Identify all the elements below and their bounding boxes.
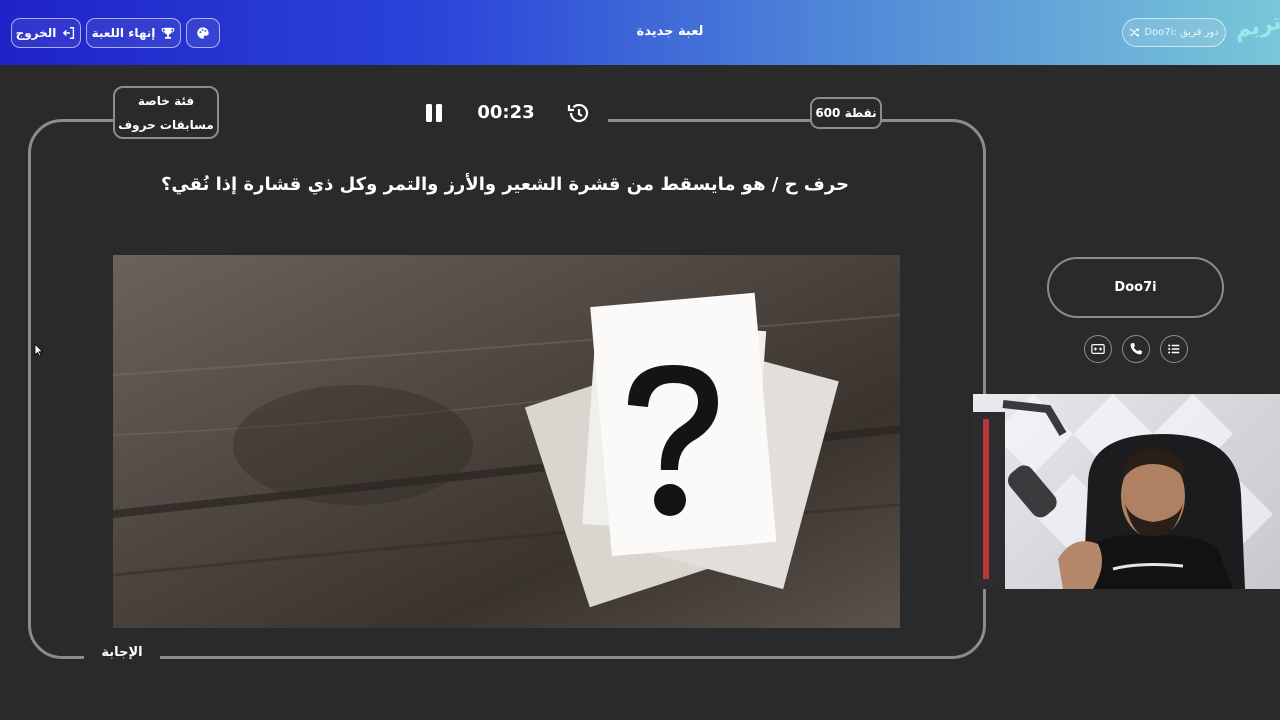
mouse-cursor-icon bbox=[34, 343, 44, 357]
timer: 00:23 bbox=[477, 102, 535, 123]
team-turn-badge[interactable]: Doo7i: دور فريق bbox=[1122, 18, 1226, 47]
question-image bbox=[113, 255, 900, 628]
palette-button[interactable] bbox=[186, 18, 220, 48]
category-badge: فئة خاصة مسابقات حروف bbox=[113, 86, 219, 139]
category-line-1: فئة خاصة bbox=[137, 94, 195, 108]
tool-phone-button[interactable] bbox=[1122, 335, 1150, 363]
exit-button-label: الخروج bbox=[15, 26, 57, 40]
question-text: حرف ح / هو مايسقط من قشرة الشعير والأرز … bbox=[160, 174, 850, 195]
phone-icon bbox=[1130, 342, 1143, 355]
player-name-card: Doo7i bbox=[1047, 257, 1224, 318]
points-badge: 600 نقطة bbox=[810, 97, 882, 129]
top-bar: الخروج إنهاء اللعبة لعبة جديدة Doo7i: دو… bbox=[0, 0, 1280, 65]
end-game-button[interactable]: إنهاء اللعبة bbox=[86, 18, 181, 48]
palette-icon bbox=[197, 27, 209, 39]
end-game-label: إنهاء اللعبة bbox=[91, 26, 156, 40]
tool-image-swap-button[interactable] bbox=[1084, 335, 1112, 363]
webcam-video-feed bbox=[973, 394, 1280, 589]
page-title: لعبة جديدة bbox=[636, 24, 704, 39]
history-icon[interactable] bbox=[566, 102, 590, 124]
frame-gap-top-left bbox=[219, 110, 405, 126]
tool-list-button[interactable] bbox=[1160, 335, 1188, 363]
exit-button[interactable]: الخروج bbox=[11, 18, 81, 48]
category-line-2: مسابقات حروف bbox=[118, 118, 214, 132]
team-turn-label: Doo7i: دور فريق bbox=[1144, 27, 1219, 38]
brand-logo: تريم bbox=[1231, 9, 1280, 44]
exit-icon bbox=[63, 27, 75, 39]
pause-icon[interactable] bbox=[424, 103, 444, 123]
shuffle-icon bbox=[1130, 28, 1140, 37]
answer-label[interactable]: الإجابة bbox=[84, 645, 160, 660]
list-icon bbox=[1168, 344, 1180, 354]
image-swap-icon bbox=[1091, 344, 1105, 354]
question-mark-cards-illustration bbox=[113, 255, 900, 628]
trophy-icon bbox=[162, 27, 175, 39]
streamer-webcam-illustration bbox=[973, 394, 1273, 589]
